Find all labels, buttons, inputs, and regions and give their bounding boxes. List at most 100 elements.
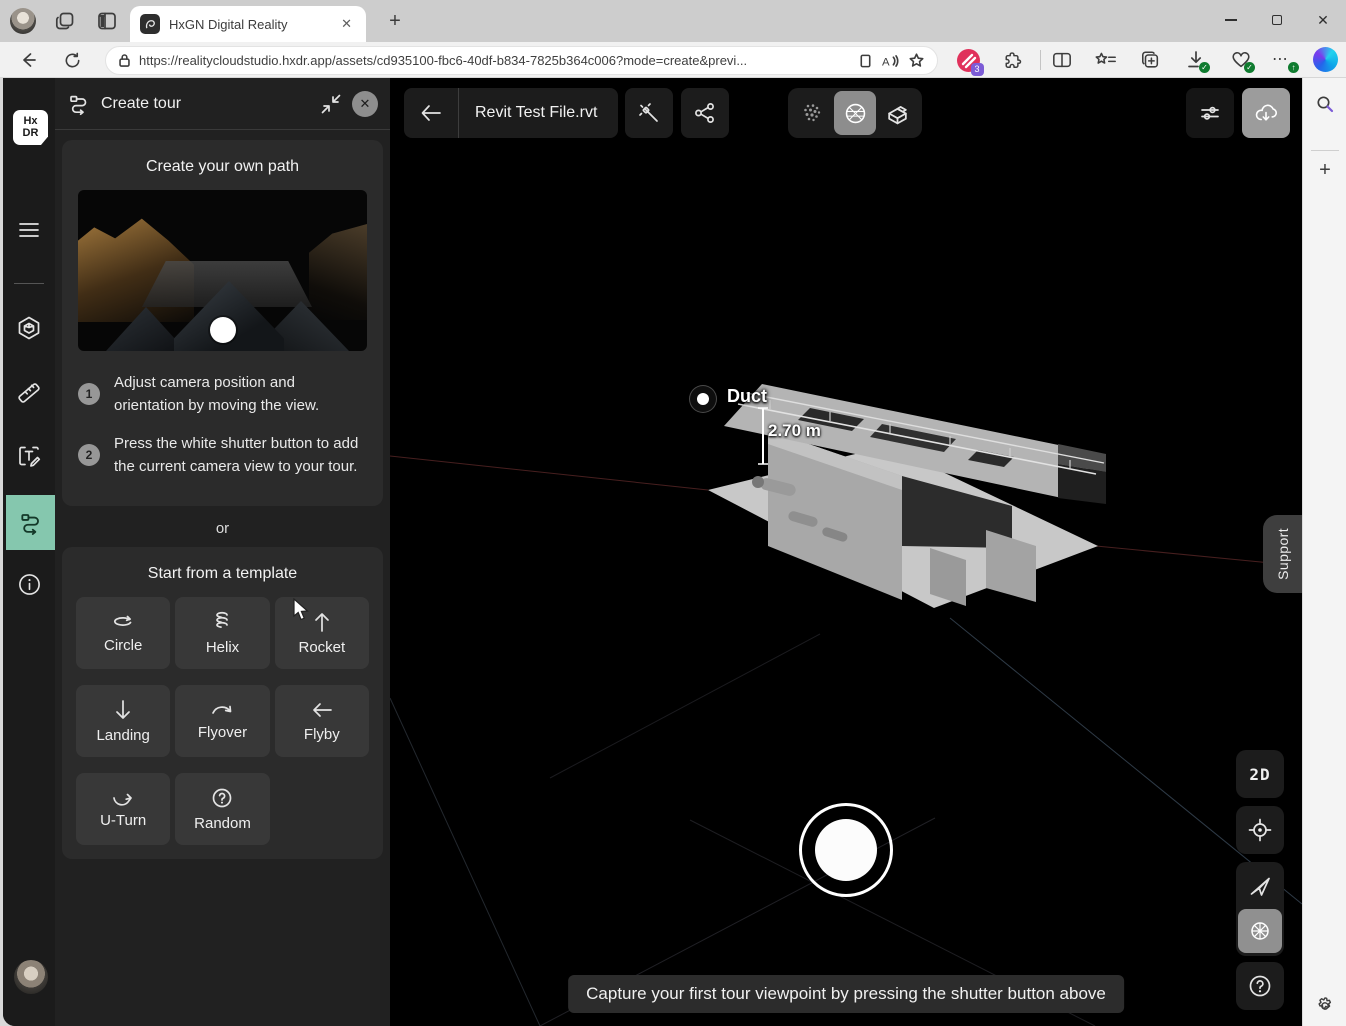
user-avatar[interactable] [14,960,48,994]
sidebar-add-icon[interactable]: + [1313,158,1337,182]
mesh-mode-button-selected[interactable] [834,91,877,135]
file-name: Revit Test File.rvt [459,104,613,122]
back-icon[interactable] [14,46,42,74]
svg-text:A: A [882,56,890,68]
point-cloud-mode-button[interactable] [791,91,834,135]
assets-cube-icon[interactable] [3,306,55,350]
window-minimize-button[interactable] [1208,0,1254,40]
new-tab-button[interactable]: + [383,10,407,33]
arrow-up-icon [312,611,332,633]
orbit-globe-button-selected[interactable] [1238,909,1282,953]
read-aloud-icon[interactable]: A [881,53,900,69]
template-random-button[interactable]: Random [175,773,269,845]
send-page-icon[interactable] [858,53,873,69]
duct-annotation-label: Duct [727,386,767,407]
template-card: Start from a template Circle Helix Rocke… [62,547,383,859]
cloud-download-icon [1253,100,1279,126]
support-tab[interactable]: Support [1263,515,1302,593]
3d-viewport[interactable]: Duct 2.70 m Revit Test File.rvt [390,78,1302,1026]
collections-icon[interactable] [1137,47,1163,73]
viewport-back-button[interactable] [404,104,458,122]
browser-side-rail: + [1302,78,1346,1026]
help-question-icon [1247,973,1273,999]
copilot-icon[interactable] [1313,47,1338,72]
template-flyby-button[interactable]: Flyby [275,685,369,757]
browser-profile-avatar[interactable] [10,8,36,34]
shutter-button[interactable] [799,803,893,897]
hamburger-menu-icon[interactable] [3,208,55,252]
cloud-download-button[interactable] [1242,88,1290,138]
measurement-label: 2.70 m [768,421,821,441]
template-rocket-button[interactable]: Rocket [275,597,369,669]
render-mode-segmented-control [788,88,922,138]
tab-close-icon[interactable]: ✕ [337,14,356,34]
sidebar-settings-gear-icon[interactable] [1313,994,1337,1018]
sidebar-search-icon[interactable] [1313,92,1337,116]
arc-arrow-icon [210,702,234,718]
hxdr-logo[interactable]: HxDR [13,110,48,145]
favorite-star-icon[interactable] [908,52,925,69]
window-close-button[interactable]: ✕ [1300,0,1346,40]
magic-wand-button[interactable] [625,88,673,138]
help-button[interactable] [1236,962,1284,1010]
or-label: or [55,520,390,537]
window-maximize-button[interactable] [1254,0,1300,40]
tour-rail-item-active[interactable] [6,495,55,550]
workspaces-icon[interactable] [53,9,77,33]
model-mode-button[interactable] [876,91,919,135]
close-panel-icon[interactable]: ✕ [352,91,378,117]
panel-header: Create tour ✕ [55,78,390,130]
more-menu-icon[interactable]: ⋯ ↑ [1271,47,1297,73]
favorites-list-icon[interactable] [1093,47,1119,73]
tour-icon [67,92,91,116]
own-path-card: Create your own path 1 Adjust camera pos… [62,140,383,506]
hint-toast: Capture your first tour viewpoint by pre… [568,975,1124,1013]
arrow-left-icon [311,700,333,720]
measure-ruler-icon[interactable] [3,370,55,414]
view-settings-button[interactable] [1186,88,1234,138]
downloads-icon[interactable]: ✓ [1183,47,1209,73]
template-landing-button[interactable]: Landing [76,685,170,757]
mesh-sphere-icon [843,101,868,126]
split-screen-icon[interactable] [1049,47,1075,73]
2d-mode-button[interactable]: 2D [1236,750,1284,798]
locate-button[interactable] [1236,806,1284,854]
3d-model-icon [885,101,910,126]
sliders-icon [1198,101,1222,125]
tab-title: HxGN Digital Reality [169,17,337,32]
refresh-icon[interactable] [58,46,86,74]
info-icon[interactable] [3,562,55,606]
browser-essentials-icon[interactable]: ✓ [1228,47,1254,73]
template-helix-button[interactable]: Helix [175,597,269,669]
extension-badge: 3 [971,63,984,76]
collapse-panel-icon[interactable] [320,93,342,115]
toolbar-divider [1040,50,1041,70]
downloads-status-badge: ✓ [1199,62,1210,73]
u-turn-arrow-icon [111,790,135,806]
url-text[interactable]: https://realitycloudstudio.hxdr.app/asse… [139,53,850,68]
tab-actions-icon[interactable] [95,9,119,33]
extension-app-icon[interactable]: 3 [955,47,981,73]
arrow-down-icon [113,699,133,721]
lock-icon [118,53,131,68]
template-flyover-button[interactable]: Flyover [175,685,269,757]
browser-toolbar: https://realitycloudstudio.hxdr.app/asse… [0,42,1346,78]
extensions-puzzle-icon[interactable] [1000,47,1026,73]
annotation-icon[interactable] [3,434,55,478]
own-path-heading: Create your own path [76,158,369,176]
panel-title: Create tour [101,95,310,113]
share-icon [693,101,717,125]
tour-preview-thumbnail [78,190,367,351]
template-circle-button[interactable]: Circle [76,597,170,669]
tab-favicon [140,14,160,34]
browser-tab[interactable]: HxGN Digital Reality ✕ [130,6,366,42]
template-grid: Circle Helix Rocket Landing Flyover [76,597,369,845]
step-1: 1 Adjust camera position and orientation… [78,371,367,418]
fly-navigation-button[interactable] [1236,862,1284,909]
duct-annotation-marker[interactable] [689,385,717,413]
share-button[interactable] [681,88,729,138]
browser-titlebar: HxGN Digital Reality ✕ + ✕ [0,0,1346,42]
template-uturn-button[interactable]: U-Turn [76,773,170,845]
crosshair-icon [1247,817,1273,843]
address-bar[interactable]: https://realitycloudstudio.hxdr.app/asse… [105,46,938,75]
